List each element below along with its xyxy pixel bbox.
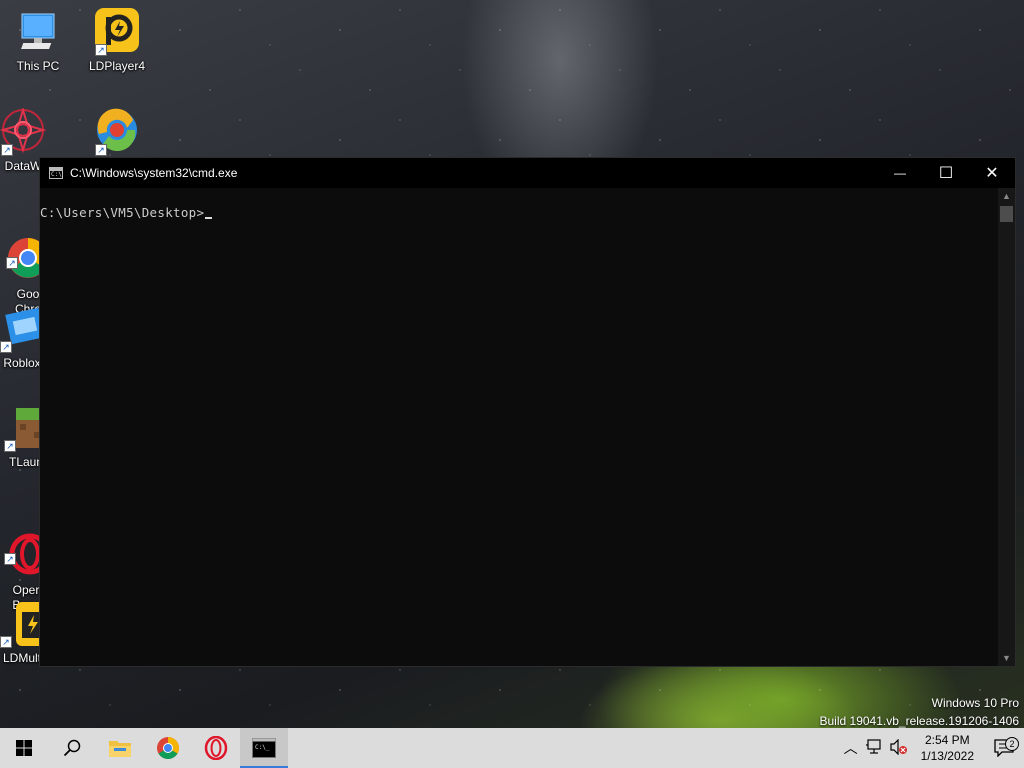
desktop-icon-ldplayer4[interactable]: ↗ LDPlayer4 (79, 8, 155, 74)
search-icon (63, 739, 81, 757)
desktop-icon-label: DataW (4, 159, 42, 173)
clock-time: 2:54 PM (924, 733, 970, 747)
shortcut-arrow-icon: ↗ (6, 257, 18, 269)
desktop-icon-this-pc[interactable]: This PC (0, 8, 76, 74)
desktop-icon-label: LDMult (2, 651, 41, 665)
search-button[interactable] (48, 728, 96, 768)
shortcut-arrow-icon: ↗ (1, 144, 13, 156)
scroll-thumb[interactable] (1000, 206, 1013, 222)
console-output[interactable]: C:\Users\VM5\Desktop> (40, 188, 998, 666)
desktop-icon-label: This PC (16, 59, 60, 73)
text-cursor (205, 217, 213, 219)
shortcut-arrow-icon: ↗ (95, 44, 107, 56)
svg-text:C:\_: C:\_ (255, 744, 270, 751)
cmd-icon: C:\_ (252, 738, 276, 758)
taskbar-chrome[interactable] (144, 728, 192, 768)
shortcut-arrow-icon: ↗ (4, 553, 16, 565)
minimize-button[interactable]: — (877, 158, 923, 188)
opera-icon (204, 736, 228, 760)
desktop-icon-label: TLaun (8, 455, 44, 469)
notification-count-badge: 2 (1005, 737, 1019, 751)
network-icon[interactable] (863, 738, 887, 758)
show-hidden-icons-chevron-icon[interactable]: ︿ (839, 738, 863, 758)
desktop-icon-label: LDPlayer4 (88, 59, 146, 73)
taskbar-file-explorer[interactable] (96, 728, 144, 768)
ldplayer-icon: ↗ (93, 8, 141, 56)
start-button[interactable] (0, 728, 48, 768)
shortcut-arrow-icon: ↗ (95, 144, 107, 156)
window-title: C:\Windows\system32\cmd.exe (70, 166, 238, 180)
shortcut-arrow-icon: ↗ (0, 341, 12, 353)
datawing-icon: ↗ (0, 106, 47, 156)
vertical-scrollbar[interactable]: ▲ ▼ (998, 188, 1015, 666)
file-explorer-icon (109, 741, 131, 757)
scroll-down-button[interactable]: ▼ (998, 650, 1015, 666)
shortcut-arrow-icon: ↗ (0, 636, 12, 648)
chrome-icon (157, 737, 179, 759)
maximize-button[interactable]: ☐ (923, 158, 969, 188)
desktop-icon-swirl-app[interactable]: ↗ (79, 108, 155, 159)
windows-watermark: Windows 10 Pro Build 19041.vb_release.19… (820, 694, 1020, 730)
cmd-window[interactable]: C:\ C:\Windows\system32\cmd.exe — ☐ ✕ C:… (39, 157, 1016, 667)
taskbar-clock[interactable]: 2:54 PM 1/13/2022 (911, 732, 984, 764)
command-prompt: C:\Users\VM5\Desktop> (40, 205, 205, 220)
action-center-button[interactable]: 2 (984, 737, 1024, 757)
this-pc-icon (14, 8, 62, 56)
window-title-bar[interactable]: C:\ C:\Windows\system32\cmd.exe — ☐ ✕ (40, 158, 1015, 188)
watermark-edition: Windows 10 Pro (931, 696, 1019, 710)
close-button[interactable]: ✕ (969, 158, 1015, 188)
clock-date: 1/13/2022 (920, 749, 974, 763)
app-swirl-icon: ↗ (93, 108, 141, 156)
shortcut-arrow-icon: ↗ (4, 440, 16, 452)
taskbar-cmd[interactable]: C:\_ (240, 728, 288, 768)
scroll-up-button[interactable]: ▲ (998, 188, 1015, 204)
windows-logo-icon (16, 740, 32, 756)
taskbar-opera[interactable] (192, 728, 240, 768)
system-tray: ︿ 2:54 PM 1/13/2022 2 (839, 728, 1024, 768)
taskbar: C:\_ ︿ 2:54 PM 1/13/2022 2 (0, 728, 1024, 768)
volume-muted-icon[interactable] (887, 738, 911, 758)
desktop-icon-label: Roblox (3, 356, 41, 370)
cmd-icon: C:\ (49, 167, 63, 179)
